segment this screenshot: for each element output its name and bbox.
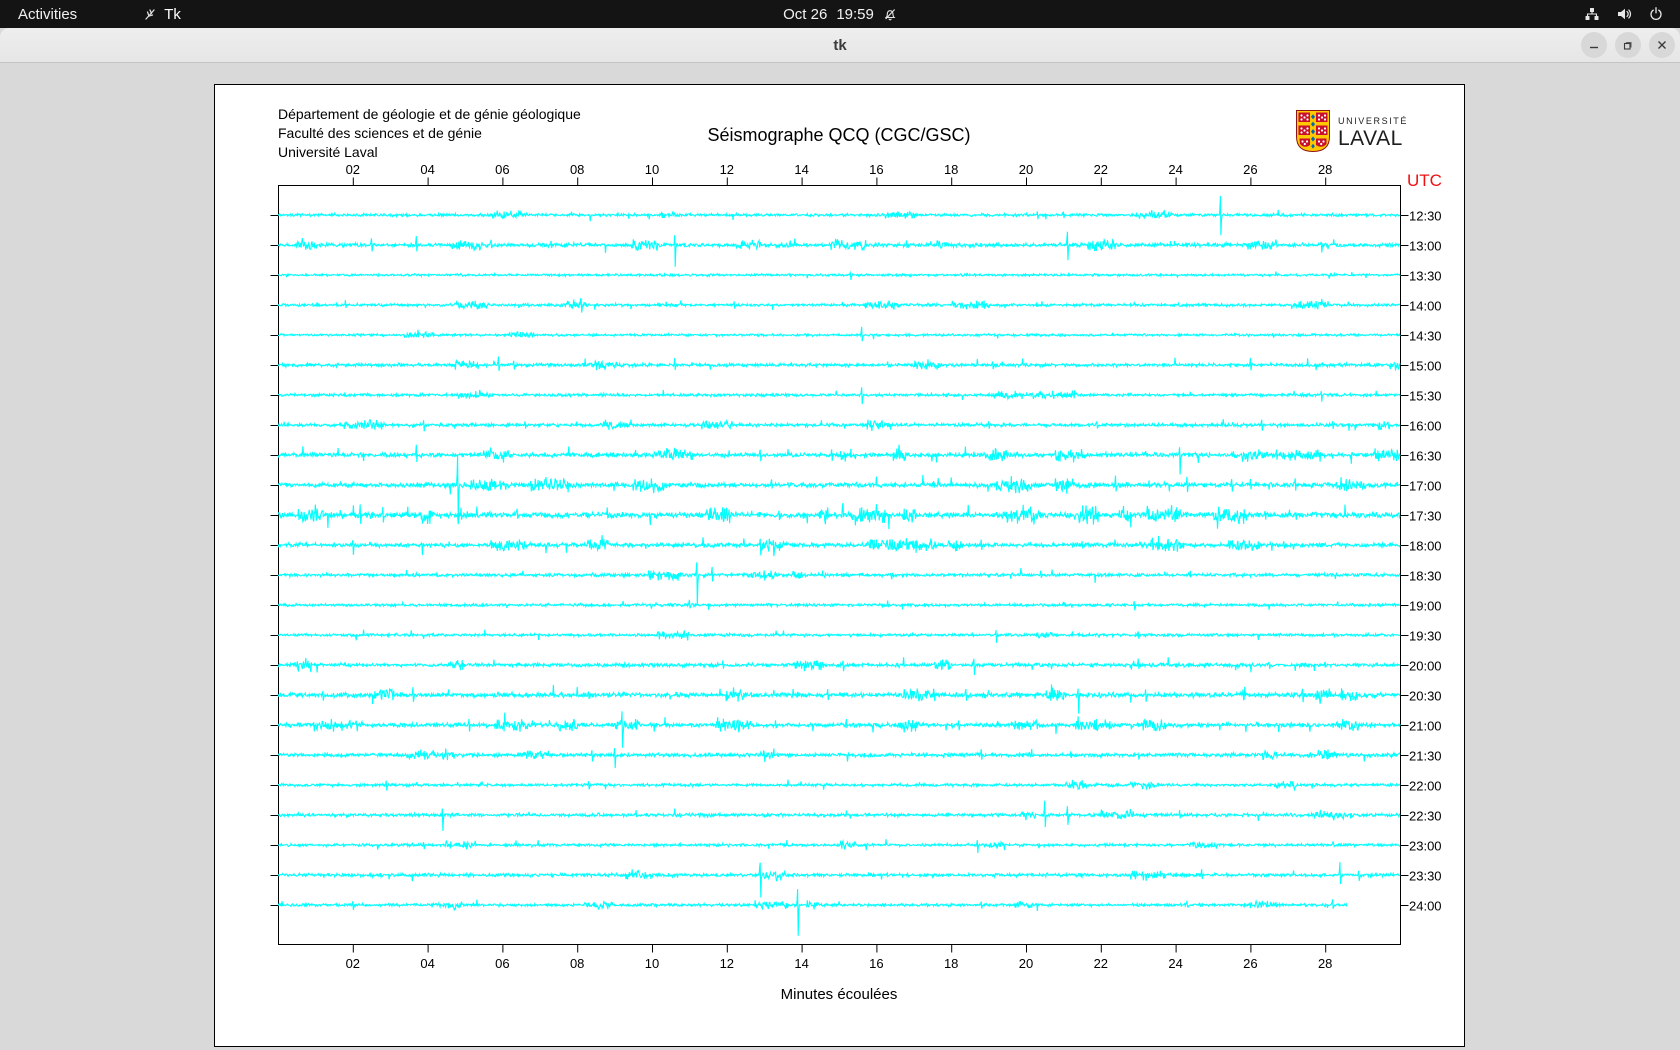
utc-axis-title: UTC	[1407, 171, 1442, 190]
utc-time-label: 21:00	[1409, 718, 1442, 734]
seismogram-trace	[277, 535, 1401, 557]
x-axis-tick-label-top: 24	[1168, 162, 1183, 177]
system-status-area[interactable]	[1584, 0, 1680, 28]
seismogram-plot	[270, 177, 1409, 953]
seismogram-trace	[277, 444, 1401, 475]
x-axis-tick-label-top: 10	[644, 162, 660, 177]
x-axis-tick-label-bottom: 10	[644, 956, 660, 971]
plot-frame	[278, 185, 1401, 945]
utc-time-label: 13:30	[1409, 268, 1442, 284]
x-axis-tick-label-top: 26	[1243, 162, 1258, 177]
x-axis-tick-label-bottom: 22	[1093, 956, 1109, 971]
utc-time-label: 17:30	[1409, 508, 1442, 524]
seismogram-trace	[277, 711, 1401, 748]
window-titlebar[interactable]: tk	[0, 28, 1680, 63]
notifications-muted-icon	[883, 7, 897, 21]
seismogram-trace	[277, 599, 1401, 611]
seismogram-trace	[277, 779, 1401, 792]
utc-time-label: 13:00	[1409, 238, 1442, 254]
seismogram-trace	[277, 502, 1401, 530]
x-axis-tick-label-top: 12	[719, 162, 735, 177]
utc-time-label: 21:30	[1409, 748, 1442, 764]
seismogram-trace	[277, 356, 1401, 371]
utc-time-label: 16:30	[1409, 448, 1442, 464]
app-menu[interactable]: Tk	[143, 6, 181, 23]
utc-time-label: 17:00	[1409, 478, 1442, 494]
x-axis-tick-label-top: 20	[1018, 162, 1034, 177]
seismogram-trace	[277, 418, 1401, 432]
top-bar: Activities Tk Oct 26 19:59	[0, 0, 1680, 28]
x-axis-tick-label-bottom: 08	[569, 956, 585, 971]
seismogram-trace	[278, 838, 1401, 853]
x-axis-tick-label-bottom: 02	[345, 956, 361, 971]
minimize-button[interactable]	[1581, 32, 1607, 58]
seismogram-trace	[278, 629, 1401, 643]
utc-time-label: 23:30	[1409, 868, 1442, 884]
clock-time: 19:59	[836, 5, 874, 23]
utc-time-label: 14:30	[1409, 328, 1442, 344]
x-axis-tick-label-bottom: 12	[719, 956, 735, 971]
utc-time-label: 19:30	[1409, 628, 1442, 644]
seismogram-trace	[277, 231, 1401, 267]
seismogram-trace	[277, 657, 1401, 676]
window-title: tk	[833, 36, 847, 54]
utc-time-label: 12:30	[1409, 208, 1442, 224]
x-axis-tick-label-top: 04	[420, 162, 435, 177]
x-axis-tick-label-bottom: 04	[420, 956, 435, 971]
clock-date: Oct 26	[783, 5, 828, 23]
x-axis-tick-label-top: 06	[495, 162, 510, 177]
utc-time-label: 18:00	[1409, 538, 1442, 554]
x-axis-tick-label-bottom: 28	[1317, 956, 1333, 971]
tk-feather-icon	[143, 7, 157, 21]
clock-menu[interactable]: Oct 26 19:59	[783, 0, 897, 28]
wired-network-icon	[1584, 6, 1600, 22]
utc-time-label: 24:00	[1409, 898, 1442, 914]
seismogram-trace	[277, 562, 1401, 606]
x-axis-tick-label-top: 08	[569, 162, 585, 177]
utc-time-label: 18:30	[1409, 568, 1442, 584]
utc-time-label: 23:00	[1409, 838, 1442, 854]
seismogram-trace	[277, 748, 1401, 769]
seismograph-canvas: Département de géologie et de génie géol…	[214, 84, 1465, 1047]
seismogram-trace	[277, 326, 1401, 342]
x-axis-tick-label-bottom: 06	[495, 956, 510, 971]
x-axis-title: Minutes écoulées	[780, 986, 898, 1003]
x-axis-tick-label-bottom: 18	[943, 956, 959, 971]
seismogram-trace	[277, 387, 1401, 405]
utc-time-label: 14:00	[1409, 298, 1442, 314]
app-menu-label: Tk	[164, 5, 181, 23]
seismogram-trace	[277, 862, 1401, 898]
utc-time-label: 22:00	[1409, 778, 1442, 794]
volume-icon	[1616, 6, 1632, 22]
utc-time-label: 15:00	[1409, 358, 1442, 374]
x-axis-tick-label-top: 16	[869, 162, 884, 177]
power-icon	[1648, 6, 1664, 22]
x-axis-tick-label-bottom: 26	[1243, 956, 1258, 971]
seismogram-trace	[277, 800, 1401, 832]
x-axis-tick-label-bottom: 24	[1168, 956, 1183, 971]
x-axis-tick-label-top: 28	[1317, 162, 1333, 177]
x-axis-tick-label-top: 14	[794, 162, 809, 177]
seismogram-trace	[277, 195, 1401, 236]
x-axis-tick-label-bottom: 16	[869, 956, 884, 971]
seismogram-trace	[277, 455, 1401, 518]
seismogram-trace	[277, 684, 1401, 714]
x-axis-tick-label-top: 02	[345, 162, 361, 177]
seismogram-trace	[278, 270, 1401, 281]
utc-time-label: 20:30	[1409, 688, 1442, 704]
x-axis-tick-label-top: 18	[943, 162, 959, 177]
seismogram-trace	[277, 889, 1348, 936]
utc-time-label: 15:30	[1409, 388, 1442, 404]
close-button[interactable]	[1649, 32, 1675, 58]
x-axis-tick-label-bottom: 20	[1018, 956, 1034, 971]
utc-time-label: 19:00	[1409, 598, 1442, 614]
utc-time-label: 22:30	[1409, 808, 1442, 824]
activities-button[interactable]: Activities	[0, 0, 95, 28]
x-axis-tick-label-bottom: 14	[794, 956, 809, 971]
maximize-button[interactable]	[1615, 32, 1641, 58]
x-axis-tick-label-top: 22	[1093, 162, 1109, 177]
seismogram-trace	[277, 297, 1401, 313]
utc-time-label: 20:00	[1409, 658, 1442, 674]
utc-time-label: 16:00	[1409, 418, 1442, 434]
